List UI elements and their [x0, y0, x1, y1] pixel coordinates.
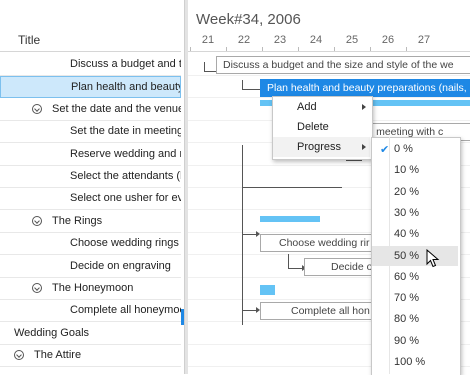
progress-option-label: 100 % — [394, 356, 426, 368]
task-bar-plan-health-beauty[interactable]: Plan health and beauty preparations (nai… — [260, 79, 470, 97]
day-label: 27 — [417, 34, 431, 46]
progress-option-label: 0 % — [394, 143, 413, 155]
progress-option[interactable]: 60 % — [372, 267, 458, 287]
dependency-line — [242, 145, 243, 325]
progress-option-label: 20 % — [394, 185, 420, 198]
progress-option[interactable]: 100 % — [372, 352, 458, 372]
column-header-title[interactable]: Title — [18, 33, 40, 47]
day-label: 24 — [309, 34, 323, 46]
collapse-toggle-icon[interactable] — [32, 283, 42, 293]
grid-row-label: Wedding Goals — [14, 326, 90, 339]
grid-row[interactable]: The Honeymoon — [0, 278, 181, 300]
grid-row-label: Set the date and the venue — [52, 102, 181, 115]
grid-row[interactable]: Plan health and beauty — [0, 76, 181, 99]
mouse-cursor-icon — [426, 249, 440, 268]
grid-row-label: Plan health and beauty — [71, 81, 181, 94]
grid-row-label: Discuss a budget and th — [70, 58, 181, 70]
menu-item-add[interactable]: Add — [273, 97, 370, 117]
dependency-line — [204, 71, 216, 72]
grid-row[interactable]: The Attire — [0, 345, 181, 368]
progress-option-label: 40 % — [394, 228, 420, 241]
grid-row-label: Set the date in meeting — [70, 125, 181, 138]
progress-option[interactable]: 20 % — [372, 182, 458, 202]
progress-option-label: 80 % — [394, 313, 420, 326]
checkmark-icon: ✔ — [380, 144, 390, 156]
day-label: 23 — [273, 34, 287, 46]
grid-header: Title — [0, 0, 181, 52]
menu-item-progress[interactable]: Progress — [273, 137, 370, 157]
grid-row-label: Select the attendants (b — [70, 170, 181, 182]
grid-row[interactable]: Choose wedding rings — [0, 233, 181, 256]
menu-item-add-label: Add — [297, 101, 317, 113]
dependency-line — [288, 254, 289, 268]
menu-item-progress-label: Progress — [297, 141, 342, 153]
dependency-line — [346, 160, 362, 161]
task-bar-complete-honeymoon[interactable]: Complete all hon — [260, 302, 372, 320]
context-menu: Add Delete Progress — [272, 96, 373, 160]
progress-option[interactable]: 10 % — [372, 160, 458, 180]
grid-row-label: Complete all honeymoo — [70, 304, 181, 317]
progress-option[interactable]: 50 % — [372, 245, 458, 266]
day-label: 22 — [237, 34, 251, 46]
progress-option-label: 70 % — [394, 292, 420, 305]
day-label: 26 — [381, 34, 395, 46]
grid-row[interactable]: The Rings — [0, 211, 181, 233]
grid-row[interactable]: Discuss a budget and th — [0, 54, 181, 76]
progress-option[interactable]: 30 % — [372, 203, 458, 223]
grid-row-label: Decide on engraving — [70, 259, 171, 272]
day-label: 25 — [345, 34, 359, 46]
grid-row-label: The Rings — [52, 214, 103, 227]
task-tree-grid: Title Discuss a budget and th Plan health… — [0, 0, 181, 374]
grid-row-label: The Honeymoon — [52, 282, 134, 294]
progress-option[interactable]: 70 % — [372, 288, 458, 308]
grid-row[interactable]: Set the date and the venue — [0, 99, 181, 121]
menu-item-delete-label: Delete — [297, 121, 329, 133]
collapse-toggle-icon[interactable] — [32, 215, 42, 226]
task-bar-choose-wedding-rings[interactable]: Choose wedding rir — [260, 234, 372, 252]
submenu-arrow-icon — [362, 144, 366, 150]
grid-row[interactable]: Select the attendants (b — [0, 166, 181, 188]
progress-option[interactable]: ✔ 0 % — [372, 139, 458, 159]
grid-row[interactable]: Complete all honeymoo — [0, 300, 181, 323]
progress-option[interactable]: 90 % — [372, 331, 458, 351]
progress-option[interactable]: 40 % — [372, 224, 458, 244]
grid-row[interactable]: Decide on engraving — [0, 256, 181, 278]
grid-row-label: Reserve wedding and re — [70, 147, 181, 160]
grid-row[interactable]: Wedding Goals — [0, 323, 181, 345]
collapse-toggle-icon[interactable] — [14, 350, 24, 361]
progress-option[interactable]: 80 % — [372, 309, 458, 329]
progress-option-label: 60 % — [394, 270, 420, 283]
grid-row-label: Choose wedding rings — [70, 237, 179, 250]
dependency-line — [242, 187, 342, 188]
submenu-arrow-icon — [362, 104, 366, 110]
grid-row[interactable]: Select one usher for eve — [0, 188, 181, 211]
summary-bar-the-rings[interactable] — [260, 216, 320, 222]
collapse-toggle-icon[interactable] — [32, 103, 42, 114]
dependency-line — [242, 89, 260, 90]
week-title: Week#34, 2006 — [196, 11, 301, 28]
task-bar-decide-engraving[interactable]: Decide o — [304, 258, 372, 276]
timeline-header-divider — [188, 51, 470, 52]
task-bar-discuss-budget[interactable]: Discuss a budget and the size and style … — [216, 56, 470, 74]
progress-option-label: 50 % — [394, 249, 420, 262]
progress-option-label: 10 % — [394, 164, 420, 177]
day-label: 21 — [201, 34, 215, 46]
grid-row-label: The Attire — [34, 349, 82, 362]
menu-icon-gutter — [389, 137, 390, 374]
progress-option-label: 30 % — [394, 206, 420, 219]
menu-item-delete[interactable]: Delete — [273, 117, 370, 137]
grid-row[interactable]: Reserve wedding and re — [0, 144, 181, 166]
grid-row-label: Select one usher for eve — [70, 192, 181, 205]
progress-option-label: 90 % — [394, 334, 420, 347]
progress-submenu: ✔ 0 % 10 % 20 % 30 % 40 % 50 % 60 % 70 % 80 % 90 %… — [371, 137, 461, 375]
summary-bar-the-honeymoon[interactable] — [260, 285, 275, 295]
grid-row[interactable]: Set the date in meeting — [0, 121, 181, 144]
